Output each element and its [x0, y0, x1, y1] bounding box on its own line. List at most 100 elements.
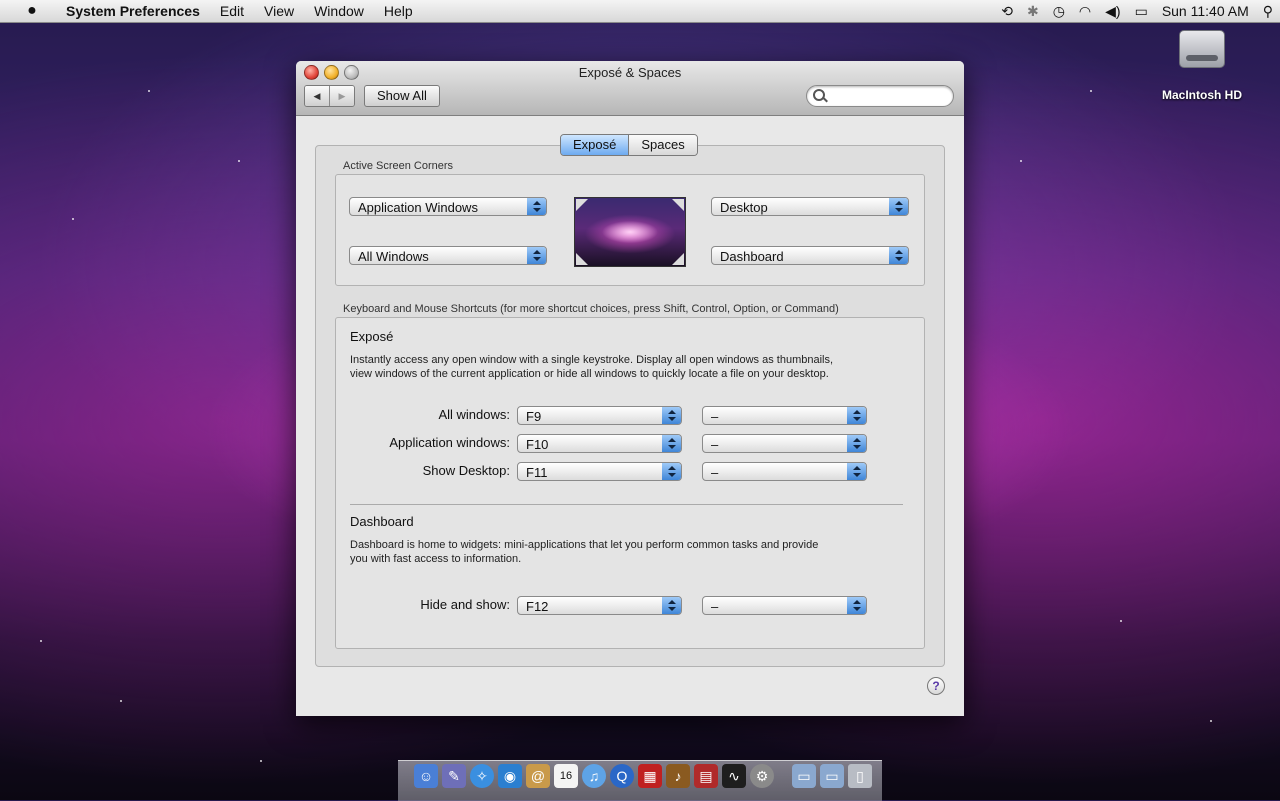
popup-arrows-icon [662, 597, 681, 614]
imovie-icon[interactable]: ▤ [694, 764, 718, 788]
all-windows-label: All windows: [438, 407, 510, 422]
hide-and-show-label: Hide and show: [420, 597, 510, 612]
search-icon [813, 89, 825, 101]
corner-marker-icon [672, 199, 684, 211]
star [1020, 160, 1022, 162]
expose-description-1: Instantly access any open window with a … [350, 354, 834, 366]
all-windows-key-popup[interactable]: F9 [517, 406, 682, 425]
show-desktop-key-value: F11 [526, 465, 548, 480]
corner-bottom-left-value: All Windows [358, 249, 429, 264]
popup-arrows-icon [527, 247, 546, 264]
expose-description-2: view windows of the current application … [350, 368, 829, 380]
menu-help[interactable]: Help [374, 0, 423, 22]
show-desktop-mouse-popup[interactable]: – [702, 462, 867, 481]
address-book-icon[interactable]: @ [526, 764, 550, 788]
spotlight-icon[interactable]: ⚲ [1256, 0, 1280, 22]
menu-view[interactable]: View [254, 0, 304, 22]
applications-folder-icon[interactable]: ▭ [792, 764, 816, 788]
all-windows-key-value: F9 [526, 409, 542, 424]
ical-icon[interactable]: 16 [554, 764, 578, 788]
finder-icon[interactable]: ☺ [414, 764, 438, 788]
corners-section-label: Active Screen Corners [343, 160, 454, 172]
all-windows-mouse-popup[interactable]: – [702, 406, 867, 425]
hide-and-show-mouse-popup[interactable]: – [702, 596, 867, 615]
popup-arrows-icon [847, 407, 866, 424]
show-desktop-mouse-value: – [711, 465, 719, 480]
popup-arrows-icon [847, 435, 866, 452]
star [238, 160, 240, 162]
corner-top-left-popup[interactable]: Application Windows [349, 197, 547, 216]
quicktime-icon[interactable]: Q [610, 764, 634, 788]
expose-title: Exposé [350, 329, 394, 344]
help-button[interactable]: ? [927, 677, 945, 695]
screen-preview-image [574, 197, 686, 267]
menu-window[interactable]: Window [304, 0, 374, 22]
show-desktop-key-popup[interactable]: F11 [517, 462, 682, 481]
ichat-icon[interactable]: ◉ [498, 764, 522, 788]
menu-app-name[interactable]: System Preferences [56, 0, 210, 22]
corner-top-right-value: Desktop [720, 200, 768, 215]
menu-extras: ⟲ ✱ ◷ ◠ ◀) ▭ Sun 11:40 AM ⚲ [994, 0, 1280, 22]
search-input[interactable] [829, 88, 951, 105]
activity-monitor-icon[interactable]: ∿ [722, 764, 746, 788]
corner-marker-icon [672, 253, 684, 265]
trash-icon[interactable]: ▯ [848, 764, 872, 788]
dashboard-title: Dashboard [350, 514, 414, 529]
window-title: Exposé & Spaces [578, 65, 682, 80]
menu-bar: ● System Preferences Edit View Window He… [0, 0, 1280, 23]
system-preferences-window: Exposé & Spaces ◀ ▶ Show All Exposé Spac… [296, 61, 964, 716]
back-button[interactable]: ◀ [305, 86, 330, 106]
corner-bottom-right-popup[interactable]: Dashboard [711, 246, 909, 265]
photo-booth-icon[interactable]: ▦ [638, 764, 662, 788]
clock[interactable]: Sun 11:40 AM [1155, 0, 1256, 22]
title-bar[interactable]: Exposé & Spaces ◀ ▶ Show All [296, 61, 964, 116]
star [40, 640, 42, 642]
corner-bottom-right-value: Dashboard [720, 249, 784, 264]
tab-spaces[interactable]: Spaces [629, 135, 697, 155]
show-all-button[interactable]: Show All [364, 85, 440, 107]
application-windows-key-value: F10 [526, 437, 549, 452]
wifi-icon[interactable]: ◠ [1072, 0, 1098, 22]
desktop-hd[interactable]: MacIntosh HD [1150, 30, 1254, 102]
star [260, 760, 262, 762]
nav-buttons: ◀ ▶ [304, 85, 355, 107]
bluetooth-icon[interactable]: ✱ [1020, 0, 1046, 22]
safari-icon[interactable]: ✧ [470, 764, 494, 788]
application-windows-key-popup[interactable]: F10 [517, 434, 682, 453]
garageband-icon[interactable]: ♪ [666, 764, 690, 788]
application-windows-mouse-value: – [711, 437, 719, 452]
section-divider [350, 504, 903, 505]
search-field[interactable] [806, 85, 954, 107]
menu-edit[interactable]: Edit [210, 0, 254, 22]
popup-arrows-icon [662, 435, 681, 452]
hide-and-show-key-popup[interactable]: F12 [517, 596, 682, 615]
shortcuts-section-label: Keyboard and Mouse Shortcuts (for more s… [343, 303, 839, 315]
popup-arrows-icon [662, 463, 681, 480]
downloads-folder-icon[interactable]: ▭ [820, 764, 844, 788]
volume-icon[interactable]: ◀) [1098, 0, 1127, 22]
star [1120, 620, 1122, 622]
application-windows-mouse-popup[interactable]: – [702, 434, 867, 453]
battery-icon[interactable]: ▭ [1128, 0, 1155, 22]
corner-top-right-popup[interactable]: Desktop [711, 197, 909, 216]
hard-drive-icon [1179, 30, 1225, 68]
star [1210, 720, 1212, 722]
itunes-icon[interactable]: ♫ [582, 764, 606, 788]
popup-arrows-icon [847, 463, 866, 480]
corner-bottom-left-popup[interactable]: All Windows [349, 246, 547, 265]
apple-menu-icon[interactable]: ● [8, 0, 56, 22]
popup-arrows-icon [527, 198, 546, 215]
star [120, 700, 122, 702]
preview-app-icon[interactable]: ✎ [442, 764, 466, 788]
dashboard-description-2: you with fast access to information. [350, 553, 522, 565]
system-preferences-icon[interactable]: ⚙ [750, 764, 774, 788]
popup-arrows-icon [662, 407, 681, 424]
application-windows-label: Application windows: [389, 435, 510, 450]
tab-expose[interactable]: Exposé [561, 135, 630, 155]
forward-button[interactable]: ▶ [330, 86, 354, 106]
popup-arrows-icon [847, 597, 866, 614]
sync-icon[interactable]: ⟲ [994, 0, 1020, 22]
tab-control: Exposé Spaces [560, 134, 698, 156]
time-machine-icon[interactable]: ◷ [1046, 0, 1072, 22]
popup-arrows-icon [889, 198, 908, 215]
